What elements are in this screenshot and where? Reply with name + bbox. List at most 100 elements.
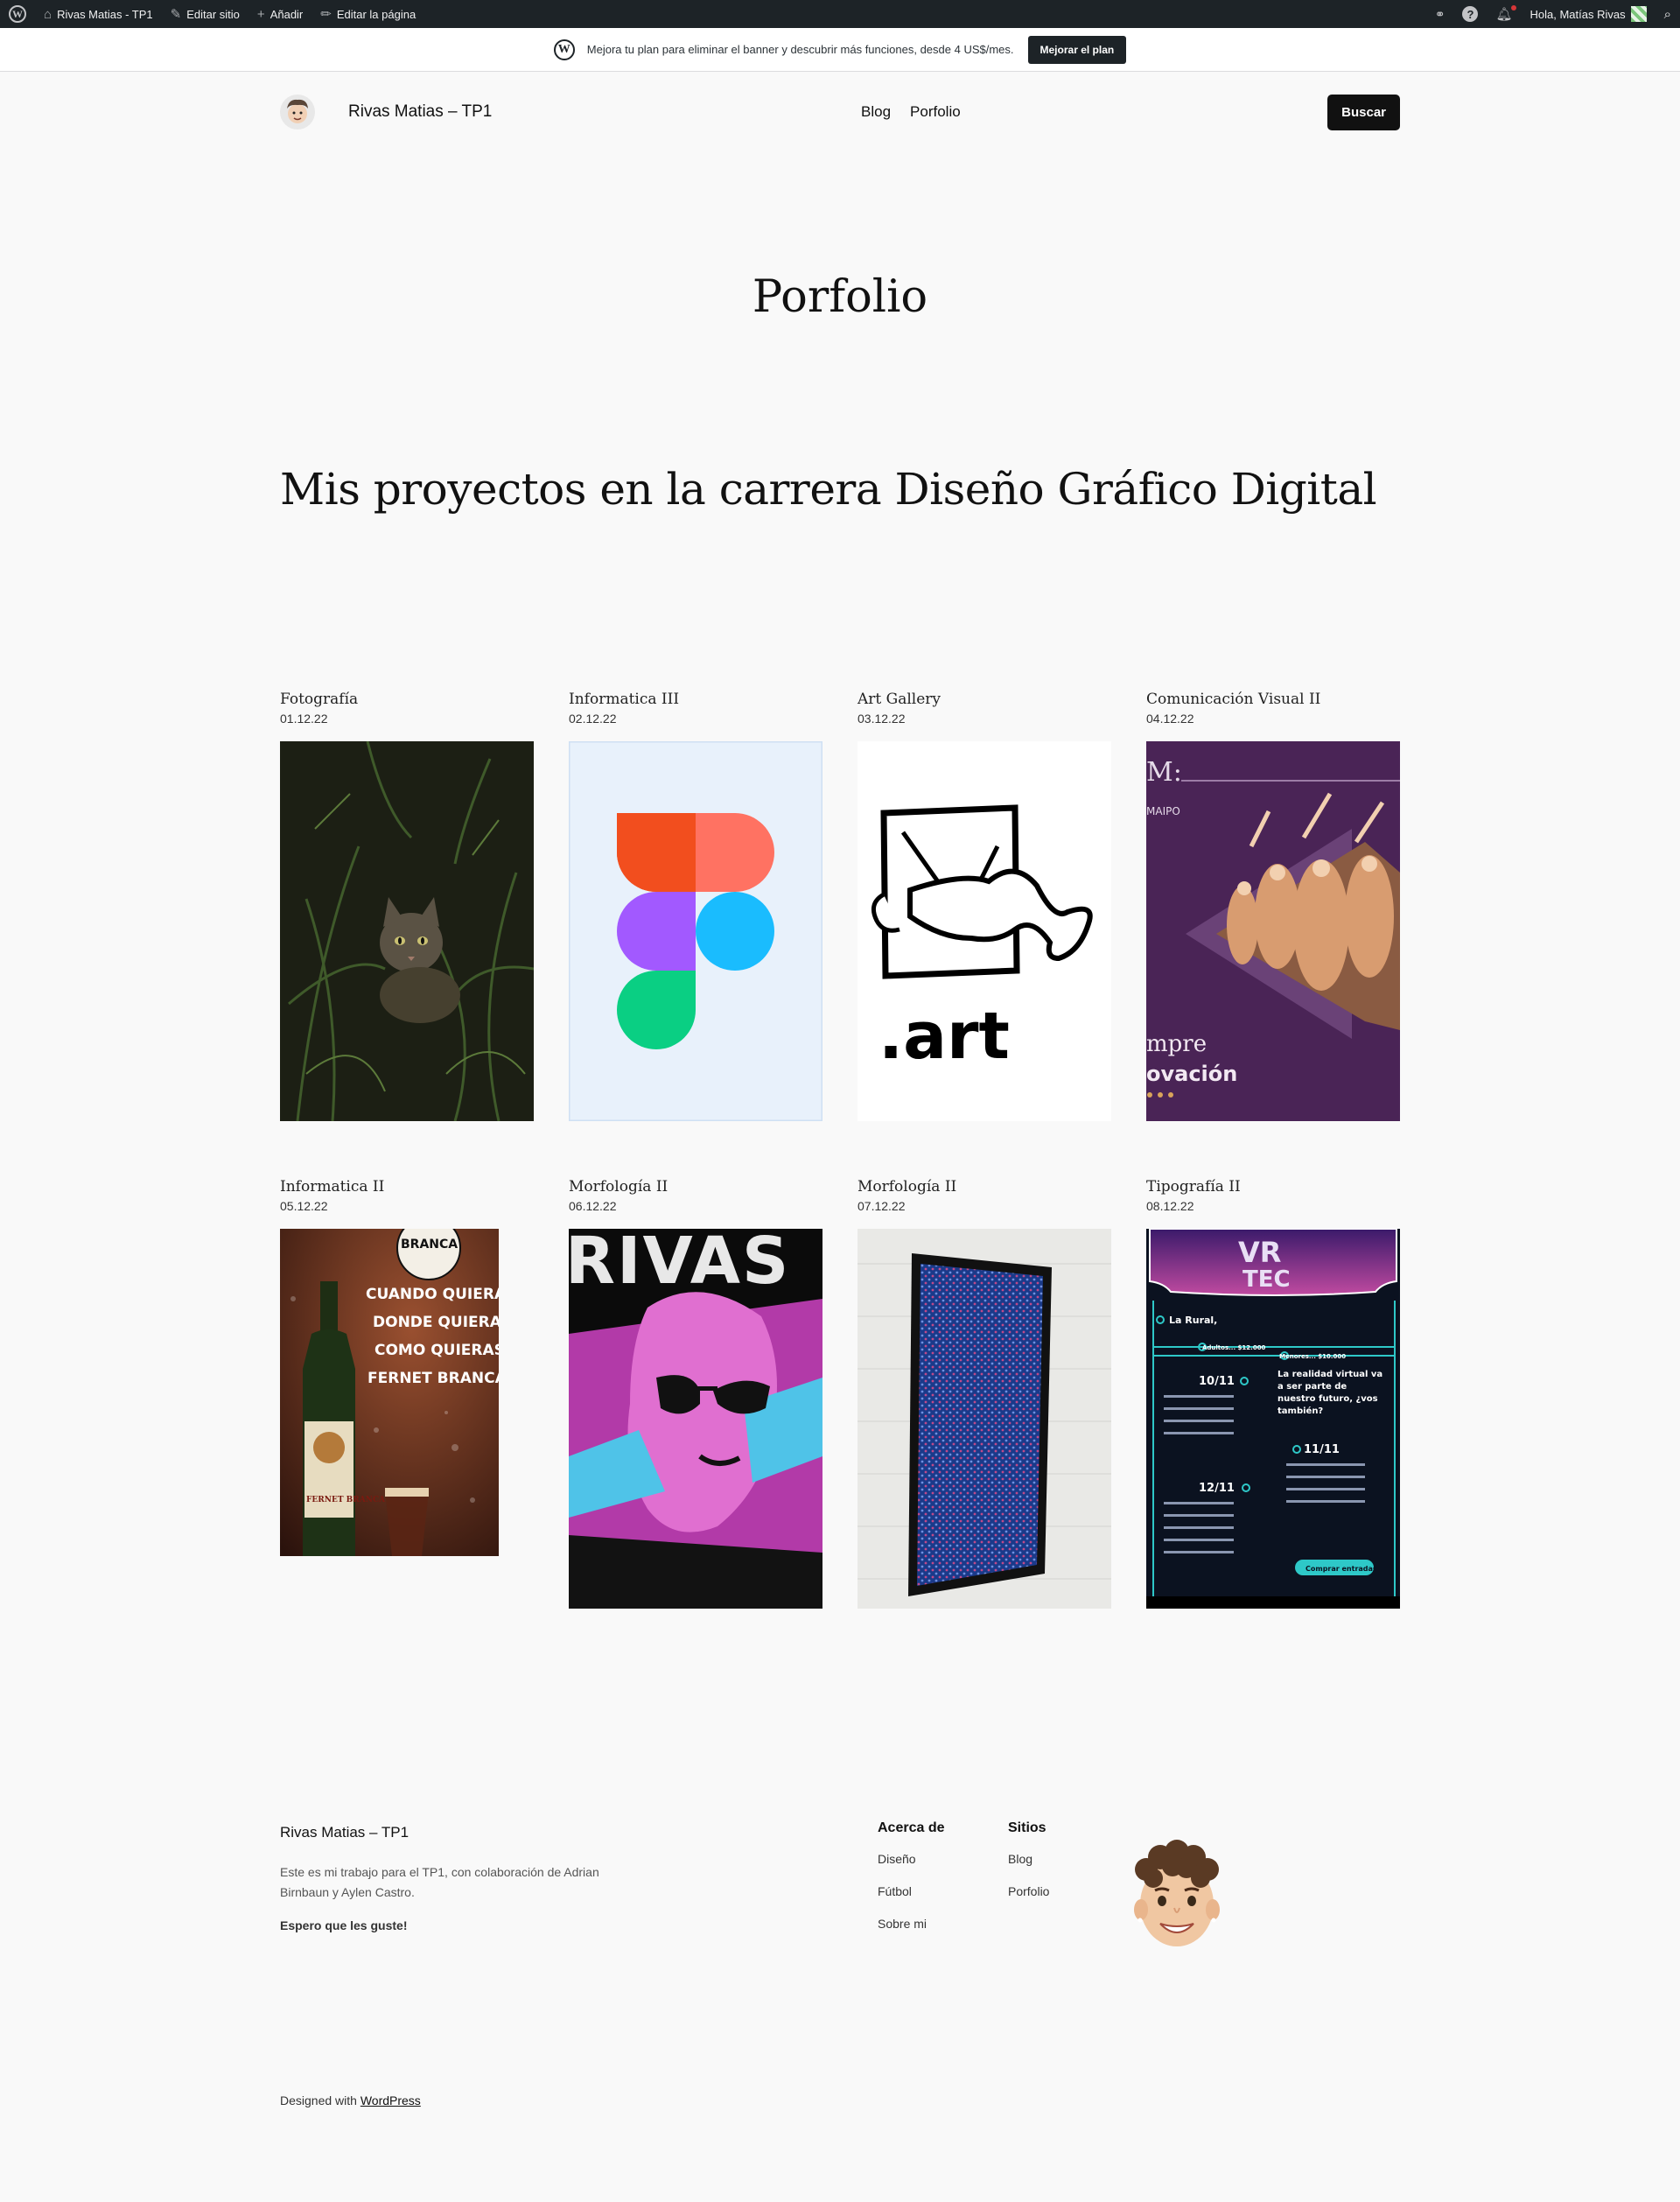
footer-link-diseno[interactable]: Diseño [878,1852,945,1866]
memoji-avatar-icon [287,99,308,123]
poster-date-text: 12/11 [1199,1482,1235,1495]
my-account-link[interactable]: Hola, Matías Rivas [1522,0,1656,28]
site-name-label: Rivas Matias - TP1 [57,7,153,21]
reader-glasses-icon: ⚭ [1434,6,1446,21]
site-logo[interactable] [280,95,315,130]
footer-column-heading: Acerca de [878,1820,945,1835]
search-icon: ⌕ [1663,6,1671,22]
footer-closing-text: Espero que les guste! [280,1918,408,1932]
footer-link-futbol[interactable]: Fútbol [878,1884,945,1898]
post-title-link[interactable]: Informatica III [569,691,822,708]
edit-page-link[interactable]: ✏ Editar la página [312,0,424,28]
site-header: Rivas Matias – TP1 Blog Porfolio Buscar [280,88,1400,137]
site-title-link[interactable]: Rivas Matias – TP1 [348,102,492,122]
fernet-ad-thumbnail[interactable]: BRANCA CUANDO QUIERAS DONDE QUIERAS COMO… [280,1229,499,1556]
greeting-label: Hola, Matías Rivas [1530,7,1626,21]
framed-artwork-thumbnail[interactable] [858,1229,1111,1609]
poster-text-line: mpre [1146,1031,1207,1057]
post-title-link[interactable]: Informatica II [280,1178,534,1196]
vr-tec-poster-thumbnail[interactable]: VR TEC La Rural, Adultos... $12.000 Meno… [1146,1229,1400,1609]
post-title-link[interactable]: Fotografía [280,691,534,708]
nav-link-blog[interactable]: Blog [861,103,891,121]
upgrade-banner: W Mejora tu plan para eliminar el banner… [0,28,1680,72]
edit-site-label: Editar sitio [186,7,240,21]
user-avatar [1630,6,1647,22]
footer-column-sites: Sitios Blog Porfolio [1008,1820,1049,1917]
poster-date-text: 10/11 [1199,1375,1235,1388]
svg-text:M:: M: [1146,757,1182,788]
footer-link-porfolio[interactable]: Porfolio [1008,1884,1049,1898]
search-button[interactable]: Buscar [1327,94,1400,130]
poster-venue-text: MAIPO [1146,805,1180,817]
wordpress-link[interactable]: WordPress [360,2093,421,2107]
poster-quote: La realidad virtual va a ser parte de nu… [1278,1370,1382,1416]
figma-logo-thumbnail[interactable] [569,741,822,1121]
edit-page-label: Editar la página [336,7,416,21]
notifications-button[interactable]: 🔔︎ [1487,0,1521,28]
admin-bar: W ⌂ Rivas Matias - TP1 ✎ Editar sitio + Aña… [0,0,1680,28]
rivas-wordmark: RIVAS [569,1229,790,1299]
wordpress-menu[interactable]: W [0,0,35,28]
rivas-poster-thumbnail[interactable]: RIVAS SH [569,1229,822,1609]
credits-prefix: Designed with [280,2093,360,2107]
section-heading: Mis proyectos en la carrera Diseño Gráfi… [280,464,1377,515]
post-card: Fotografía 01.12.22 [280,691,534,1121]
pencil-icon: ✏ [320,7,332,22]
ad-text-line: COMO QUIERAS [374,1342,499,1359]
poster-title-text: TEC [1242,1266,1291,1293]
poster-date-text: 11/11 [1304,1443,1340,1456]
footer-link-blog[interactable]: Blog [1008,1852,1049,1866]
admin-search-button[interactable]: ⌕ [1656,0,1680,28]
art-gallery-logo-thumbnail[interactable]: .art [858,741,1111,1121]
reader-link[interactable]: ⚭ [1426,0,1454,28]
branca-logo-text: BRANCA [401,1238,458,1252]
post-title-link[interactable]: Morfología II [858,1178,1111,1196]
poster-title-text: VR [1238,1236,1281,1269]
banner-text: Mejora tu plan para eliminar el banner y… [586,43,1014,56]
bottle-label-text: FERNET BRANCA [306,1496,386,1504]
upgrade-plan-button[interactable]: Mejorar el plan [1027,35,1127,64]
post-date: 03.12.22 [858,712,906,726]
add-new-label: Añadir [270,7,304,21]
ad-text-line: CUANDO QUIERAS [366,1286,499,1303]
footer-site-title[interactable]: Rivas Matias – TP1 [280,1824,409,1841]
help-button[interactable]: ? [1453,0,1487,28]
post-date: 05.12.22 [280,1199,328,1213]
home-icon: ⌂ [44,6,52,22]
footer-description: Este es mi trabajo para el TP1, con cola… [280,1865,599,1899]
post-title-link[interactable]: Art Gallery [858,691,1111,708]
post-date: 07.12.22 [858,1199,906,1213]
add-new-link[interactable]: + Añadir [248,0,312,28]
memoji-avatar-icon [1134,1840,1220,1946]
help-icon: ? [1462,6,1479,22]
main-nav: Blog Porfolio [861,103,961,121]
cat-photo-thumbnail[interactable] [280,741,534,1121]
wordpress-logo-icon: W [9,5,26,23]
wordpress-logo-icon: W [553,39,575,60]
poster-text-line: ovación [1146,1062,1237,1086]
poster-price-text: Menores... $10.000 [1279,1353,1346,1360]
site-name-link[interactable]: ⌂ Rivas Matias - TP1 [35,0,162,28]
poster-venue-text: La Rural, [1169,1315,1217,1326]
post-card: Art Gallery 03.12.22 .art [858,691,1111,1121]
poster-price-text: Adultos... $12.000 [1202,1344,1266,1351]
post-date: 08.12.22 [1146,1199,1194,1213]
footer-column-about: Acerca de Diseño Fútbol Sobre mi [878,1820,945,1949]
footer-link-sobre-mi[interactable]: Sobre mi [878,1917,945,1931]
post-date: 01.12.22 [280,712,328,726]
footer-credits: Designed with WordPress [280,2093,421,2107]
poster-buy-text: Comprar entradas [1306,1565,1377,1573]
post-title-link[interactable]: Tipografía II [1146,1178,1400,1196]
post-title-link[interactable]: Comunicación Visual II [1146,691,1400,708]
art-wordmark: .art [878,999,1010,1074]
post-card: Informatica III 02.12.22 [569,691,822,1121]
footer-column-heading: Sitios [1008,1820,1046,1835]
nav-link-porfolio[interactable]: Porfolio [910,103,961,121]
theatre-poster-thumbnail[interactable]: M: MAIPO mpre ovación [1146,741,1400,1121]
edit-site-link[interactable]: ✎ Editar sitio [162,0,248,28]
post-title-link[interactable]: Morfología II [569,1178,822,1196]
post-date: 04.12.22 [1146,712,1194,726]
bell-icon: 🔔︎ [1495,7,1513,22]
brush-icon: ✎ [170,7,182,22]
post-card: Informatica II 05.12.22 BRANCA CUANDO QU… [280,1178,534,1556]
